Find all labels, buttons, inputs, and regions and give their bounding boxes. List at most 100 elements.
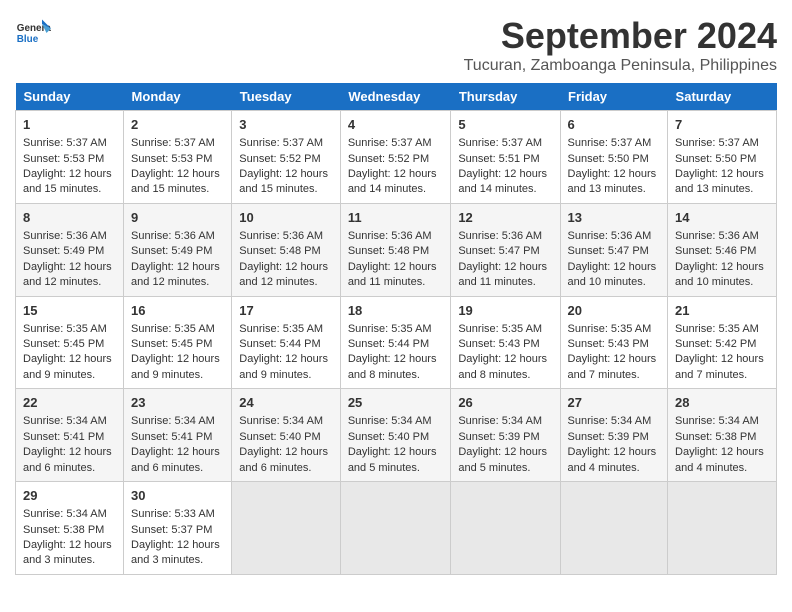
- sunrise-text: Sunrise: 5:37 AM: [131, 136, 224, 151]
- calendar-row-3: 15Sunrise: 5:35 AMSunset: 5:45 PMDayligh…: [16, 296, 777, 389]
- calendar-cell: 14Sunrise: 5:36 AMSunset: 5:46 PMDayligh…: [668, 203, 777, 296]
- day-number: 30: [131, 487, 224, 505]
- sunrise-text: Sunrise: 5:34 AM: [675, 414, 769, 429]
- sunset-text: Sunset: 5:45 PM: [23, 337, 116, 352]
- header-thursday: Thursday: [451, 83, 560, 111]
- header-friday: Friday: [560, 83, 668, 111]
- daylight-text: Daylight: 12 hours and 15 minutes.: [131, 167, 224, 198]
- daylight-text: Daylight: 12 hours and 7 minutes.: [568, 352, 661, 383]
- sunrise-text: Sunrise: 5:34 AM: [23, 507, 116, 522]
- daylight-text: Daylight: 12 hours and 14 minutes.: [348, 167, 444, 198]
- sunset-text: Sunset: 5:38 PM: [23, 523, 116, 538]
- page-header: General Blue September 2024 Tucuran, Zam…: [15, 15, 777, 75]
- daylight-text: Daylight: 12 hours and 11 minutes.: [458, 260, 552, 291]
- calendar-cell: [340, 482, 451, 575]
- daylight-text: Daylight: 12 hours and 6 minutes.: [131, 445, 224, 476]
- sunset-text: Sunset: 5:47 PM: [458, 244, 552, 259]
- daylight-text: Daylight: 12 hours and 8 minutes.: [348, 352, 444, 383]
- calendar-cell: 2Sunrise: 5:37 AMSunset: 5:53 PMDaylight…: [124, 111, 232, 204]
- calendar-cell: [560, 482, 668, 575]
- sunset-text: Sunset: 5:39 PM: [458, 430, 552, 445]
- day-number: 14: [675, 209, 769, 227]
- calendar-cell: [668, 482, 777, 575]
- daylight-text: Daylight: 12 hours and 10 minutes.: [675, 260, 769, 291]
- sunrise-text: Sunrise: 5:36 AM: [239, 229, 333, 244]
- sunrise-text: Sunrise: 5:35 AM: [348, 322, 444, 337]
- day-number: 20: [568, 302, 661, 320]
- daylight-text: Daylight: 12 hours and 9 minutes.: [23, 352, 116, 383]
- sunrise-text: Sunrise: 5:35 AM: [23, 322, 116, 337]
- header-tuesday: Tuesday: [232, 83, 341, 111]
- daylight-text: Daylight: 12 hours and 10 minutes.: [568, 260, 661, 291]
- day-number: 16: [131, 302, 224, 320]
- day-number: 11: [348, 209, 444, 227]
- sunrise-text: Sunrise: 5:36 AM: [675, 229, 769, 244]
- sunrise-text: Sunrise: 5:35 AM: [568, 322, 661, 337]
- daylight-text: Daylight: 12 hours and 13 minutes.: [568, 167, 661, 198]
- daylight-text: Daylight: 12 hours and 12 minutes.: [239, 260, 333, 291]
- daylight-text: Daylight: 12 hours and 9 minutes.: [239, 352, 333, 383]
- sunset-text: Sunset: 5:52 PM: [348, 152, 444, 167]
- calendar-cell: 23Sunrise: 5:34 AMSunset: 5:41 PMDayligh…: [124, 389, 232, 482]
- sunset-text: Sunset: 5:52 PM: [239, 152, 333, 167]
- sunrise-text: Sunrise: 5:37 AM: [458, 136, 552, 151]
- sunset-text: Sunset: 5:44 PM: [348, 337, 444, 352]
- sunrise-text: Sunrise: 5:37 AM: [675, 136, 769, 151]
- daylight-text: Daylight: 12 hours and 15 minutes.: [239, 167, 333, 198]
- calendar-row-5: 29 Sunrise: 5:34 AMSunset: 5:38 PMDayligh…: [16, 482, 777, 575]
- calendar-cell: 10Sunrise: 5:36 AMSunset: 5:48 PMDayligh…: [232, 203, 341, 296]
- calendar-cell: 24Sunrise: 5:34 AMSunset: 5:40 PMDayligh…: [232, 389, 341, 482]
- sunset-text: Sunset: 5:40 PM: [239, 430, 333, 445]
- calendar-cell: 3 Sunrise: 5:37 AMSunset: 5:52 PMDaylight…: [232, 111, 341, 204]
- day-number: 3: [239, 116, 333, 134]
- daylight-text: Daylight: 12 hours and 4 minutes.: [568, 445, 661, 476]
- calendar-cell: 5 Sunrise: 5:37 AMSunset: 5:51 PMDaylight…: [451, 111, 560, 204]
- calendar-cell: 25Sunrise: 5:34 AMSunset: 5:40 PMDayligh…: [340, 389, 451, 482]
- day-number: 13: [568, 209, 661, 227]
- daylight-text: Daylight: 12 hours and 13 minutes.: [675, 167, 769, 198]
- daylight-text: Daylight: 12 hours and 6 minutes.: [23, 445, 116, 476]
- day-number: 9: [131, 209, 224, 227]
- calendar-cell: 28Sunrise: 5:34 AMSunset: 5:38 PMDayligh…: [668, 389, 777, 482]
- sunrise-text: Sunrise: 5:37 AM: [239, 136, 333, 151]
- calendar-cell: 6Sunrise: 5:37 AMSunset: 5:50 PMDaylight…: [560, 111, 668, 204]
- header-wednesday: Wednesday: [340, 83, 451, 111]
- day-number: 29: [23, 487, 116, 505]
- daylight-text: Daylight: 12 hours and 12 minutes.: [23, 260, 116, 291]
- sunset-text: Sunset: 5:47 PM: [568, 244, 661, 259]
- calendar-cell: 22Sunrise: 5:34 AMSunset: 5:41 PMDayligh…: [16, 389, 124, 482]
- header-saturday: Saturday: [668, 83, 777, 111]
- sunset-text: Sunset: 5:41 PM: [23, 430, 116, 445]
- calendar-cell: 9Sunrise: 5:36 AMSunset: 5:49 PMDaylight…: [124, 203, 232, 296]
- daylight-text: Daylight: 12 hours and 3 minutes.: [23, 538, 116, 569]
- day-number: 5: [458, 116, 552, 134]
- sunrise-text: Sunrise: 5:34 AM: [239, 414, 333, 429]
- calendar-cell: 27Sunrise: 5:34 AMSunset: 5:39 PMDayligh…: [560, 389, 668, 482]
- day-number: 2: [131, 116, 224, 134]
- sunset-text: Sunset: 5:48 PM: [239, 244, 333, 259]
- daylight-text: Daylight: 12 hours and 5 minutes.: [458, 445, 552, 476]
- calendar-cell: 15Sunrise: 5:35 AMSunset: 5:45 PMDayligh…: [16, 296, 124, 389]
- sunset-text: Sunset: 5:39 PM: [568, 430, 661, 445]
- calendar-cell: 19Sunrise: 5:35 AMSunset: 5:43 PMDayligh…: [451, 296, 560, 389]
- calendar-cell: 16Sunrise: 5:35 AMSunset: 5:45 PMDayligh…: [124, 296, 232, 389]
- sunrise-text: Sunrise: 5:34 AM: [568, 414, 661, 429]
- day-number: 6: [568, 116, 661, 134]
- day-number: 8: [23, 209, 116, 227]
- sunset-text: Sunset: 5:40 PM: [348, 430, 444, 445]
- day-number: 19: [458, 302, 552, 320]
- sunset-text: Sunset: 5:51 PM: [458, 152, 552, 167]
- calendar-cell: 1Sunrise: 5:37 AMSunset: 5:53 PMDaylight…: [16, 111, 124, 204]
- sunset-text: Sunset: 5:48 PM: [348, 244, 444, 259]
- calendar-cell: 30Sunrise: 5:33 AMSunset: 5:37 PMDayligh…: [124, 482, 232, 575]
- day-number: 24: [239, 394, 333, 412]
- daylight-text: Daylight: 12 hours and 14 minutes.: [458, 167, 552, 198]
- day-number: 7: [675, 116, 769, 134]
- location-title: Tucuran, Zamboanga Peninsula, Philippine…: [464, 57, 777, 75]
- sunrise-text: Sunrise: 5:34 AM: [23, 414, 116, 429]
- sunrise-text: Sunrise: 5:34 AM: [348, 414, 444, 429]
- sunrise-text: Sunrise: 5:37 AM: [23, 136, 116, 151]
- day-number: 12: [458, 209, 552, 227]
- sunrise-text: Sunrise: 5:37 AM: [348, 136, 444, 151]
- daylight-text: Daylight: 12 hours and 9 minutes.: [131, 352, 224, 383]
